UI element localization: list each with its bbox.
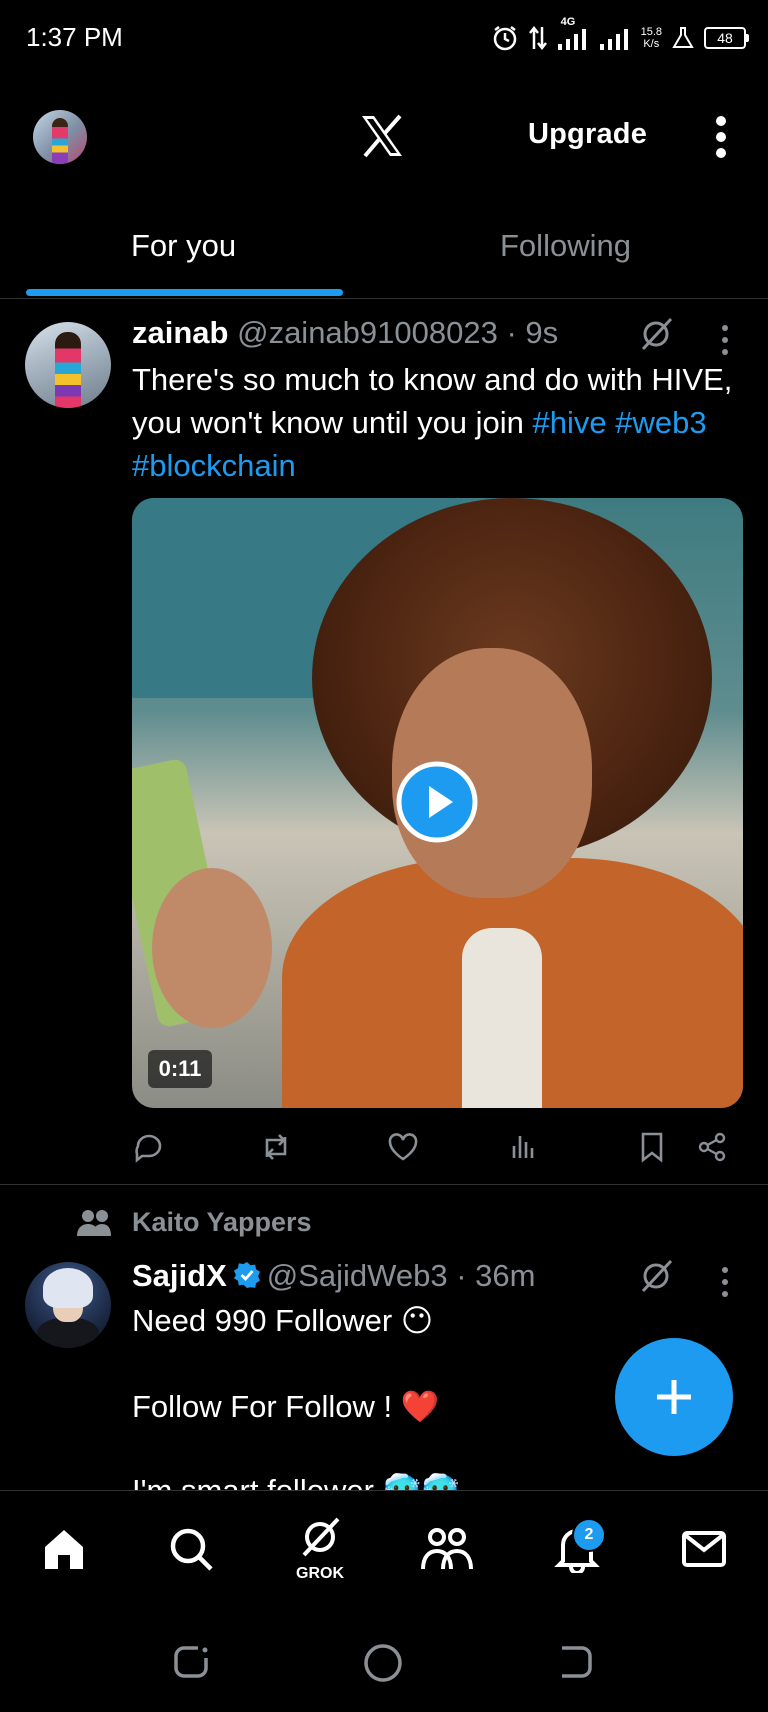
- back-button-icon[interactable]: [556, 1644, 596, 1680]
- tweet-text: There's so much to know and do with HIVE…: [132, 358, 742, 487]
- home-icon[interactable]: [40, 1525, 88, 1573]
- tweet-dot: ·: [506, 315, 517, 350]
- active-tab-indicator: [26, 289, 343, 296]
- status-icons: 4G 15.8 K/s 48: [491, 16, 749, 56]
- tabs-divider: [0, 298, 768, 299]
- communities-icon[interactable]: [420, 1525, 474, 1573]
- grok-icon[interactable]: [638, 1258, 674, 1294]
- data-transfer-icon: [528, 25, 547, 51]
- compose-button[interactable]: [615, 1338, 733, 1456]
- views-icon[interactable]: [508, 1130, 542, 1164]
- bottom-nav: [0, 1490, 768, 1609]
- tweet2-author-handle[interactable]: @SajidWeb3: [267, 1258, 448, 1293]
- signal-4g: 4G: [557, 16, 589, 50]
- home-button-icon[interactable]: [362, 1642, 404, 1684]
- signal-icon: [557, 29, 586, 50]
- tweet-time: 9s: [525, 315, 559, 350]
- plus-icon: [657, 1380, 691, 1414]
- profile-avatar[interactable]: [33, 110, 87, 164]
- tweet2-dot: ·: [456, 1258, 467, 1293]
- tweet2-line-2: Follow For Follow ! ❤️: [132, 1389, 440, 1424]
- net-speed-unit: K/s: [643, 38, 660, 50]
- verified-badge-icon: [233, 1262, 260, 1288]
- tweet-author-name[interactable]: zainab: [132, 315, 228, 350]
- tweet2-more-icon[interactable]: [715, 1264, 735, 1300]
- net-speed: 15.8 K/s: [641, 26, 662, 50]
- status-time: 1:37 PM: [26, 22, 123, 52]
- reply-icon[interactable]: [132, 1130, 166, 1164]
- like-icon[interactable]: [386, 1130, 420, 1164]
- battery-indicator: 48: [704, 27, 749, 49]
- tweet2-header: SajidX @SajidWeb3 · 36m: [132, 1258, 535, 1294]
- net-speed-value: 15.8: [640, 26, 662, 38]
- tweet2-line-1: Need 990 Follower 😶: [132, 1303, 434, 1338]
- bookmark-icon[interactable]: [635, 1130, 669, 1164]
- tweet-header: zainab @zainab91008023 · 9s: [132, 315, 558, 351]
- video-duration: 0:11: [148, 1050, 212, 1088]
- tweet-divider: [0, 1184, 768, 1185]
- tab-for-you[interactable]: For you: [131, 228, 236, 264]
- messages-icon[interactable]: [680, 1525, 728, 1573]
- grok-nav-label[interactable]: GROK: [294, 1565, 346, 1583]
- hashtag-blockchain[interactable]: #blockchain: [132, 448, 296, 483]
- social-context[interactable]: Kaito Yappers: [132, 1207, 312, 1238]
- tweet2-line-3: I'm smart follower 🥶🥶: [132, 1472, 460, 1490]
- alarm-icon: [493, 26, 516, 51]
- hashtag-hive[interactable]: #hive: [533, 405, 607, 440]
- grok-nav-icon[interactable]: [298, 1515, 342, 1559]
- tweet2-line-3-clip: I'm smart follower 🥶🥶: [0, 1462, 768, 1490]
- upgrade-button[interactable]: Upgrade: [528, 118, 647, 151]
- flask-icon: [672, 27, 694, 48]
- grok-icon[interactable]: [638, 316, 674, 352]
- network-type: 4G: [560, 16, 576, 28]
- notification-badge: 2: [572, 1518, 606, 1552]
- play-icon[interactable]: [395, 760, 479, 844]
- recent-apps-icon[interactable]: [172, 1644, 212, 1680]
- tweet2-time: 36m: [475, 1258, 536, 1293]
- share-icon[interactable]: [695, 1130, 729, 1164]
- tweet2-author-avatar[interactable]: [25, 1262, 111, 1348]
- people-icon: [77, 1210, 111, 1236]
- search-icon[interactable]: [167, 1525, 215, 1573]
- repost-icon[interactable]: [259, 1130, 293, 1164]
- tab-following[interactable]: Following: [500, 228, 631, 264]
- more-options-icon[interactable]: [707, 114, 735, 160]
- tweet-author-avatar[interactable]: [25, 322, 111, 408]
- tweet2-author-name[interactable]: SajidX: [132, 1258, 227, 1293]
- x-logo-icon: [362, 114, 402, 158]
- signal-2-icon: [599, 29, 628, 50]
- status-bar: 1:37 PM 4G 15.8 K/s 48: [0, 0, 768, 76]
- tweet-author-handle[interactable]: @zainab91008023: [237, 315, 498, 350]
- tweet-more-icon[interactable]: [715, 322, 735, 358]
- hashtag-web3[interactable]: #web3: [615, 405, 706, 440]
